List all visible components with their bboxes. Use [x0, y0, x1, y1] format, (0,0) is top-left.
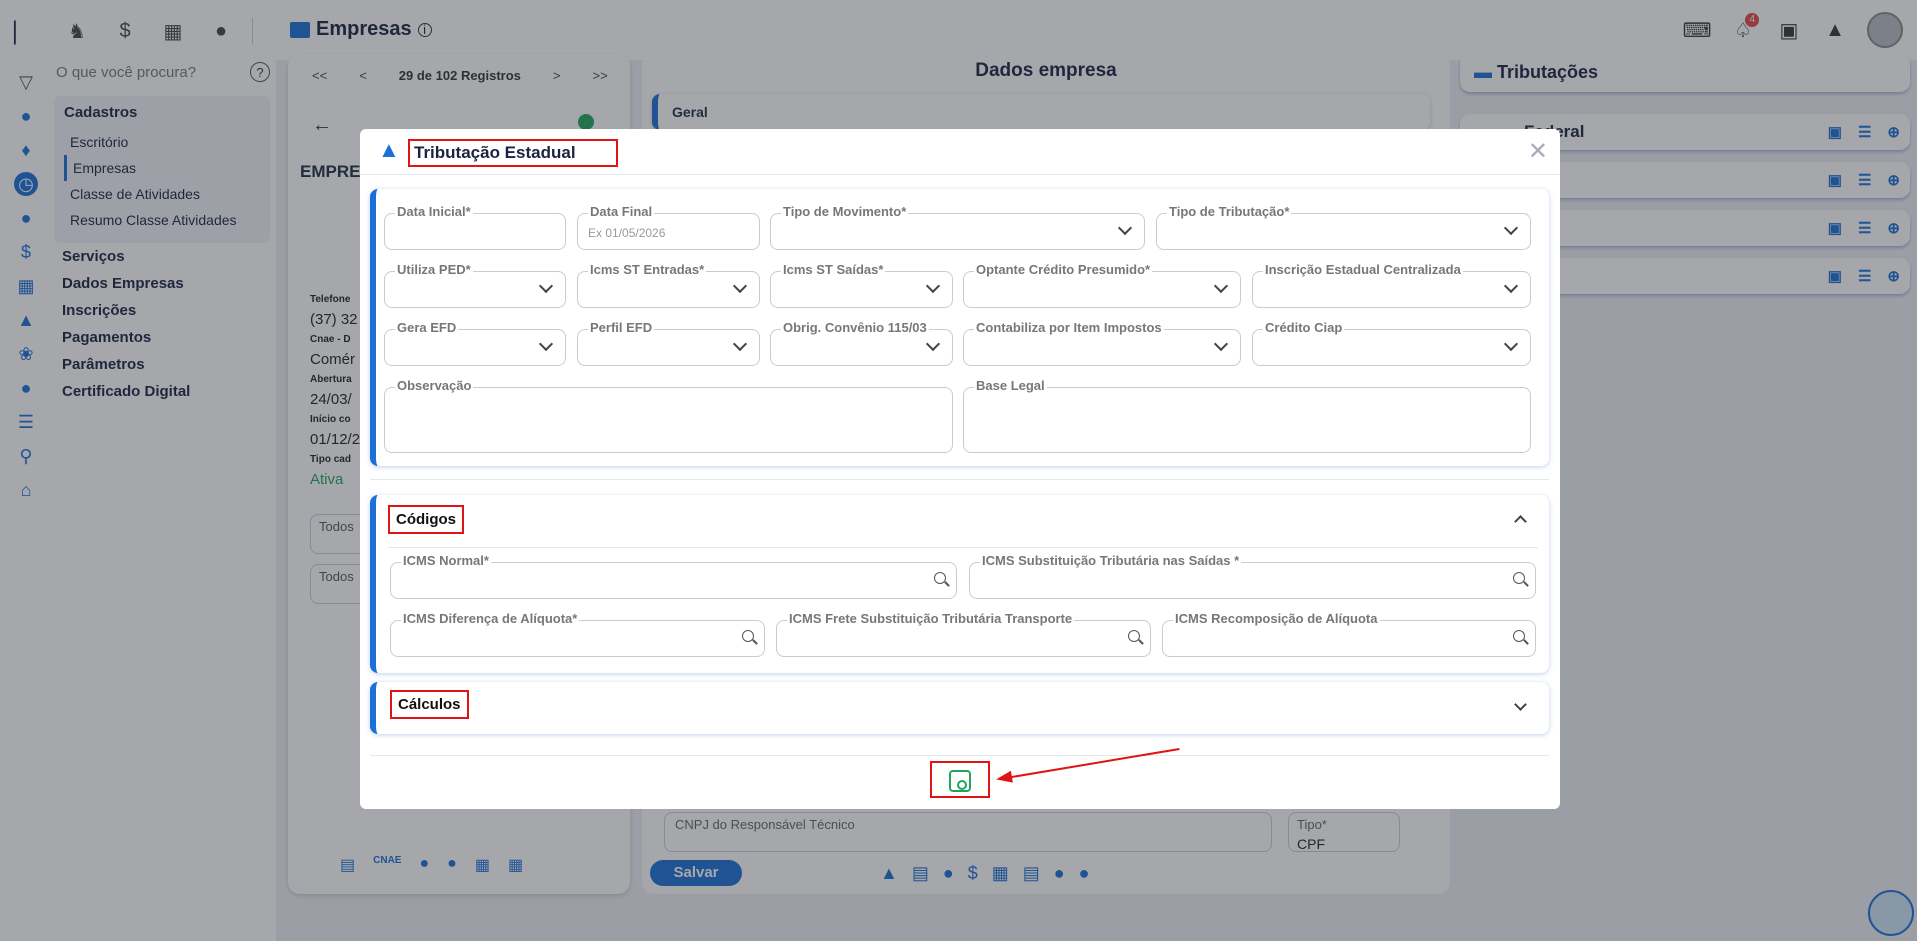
contabiliza-item-select[interactable]: Contabiliza por Item Impostos	[963, 320, 1241, 366]
data-inicial-field[interactable]: Data Inicial*	[384, 204, 566, 250]
base-legal-textarea[interactable]: Base Legal	[963, 378, 1531, 453]
credito-ciap-label: Crédito Ciap	[1263, 320, 1345, 335]
search-icon[interactable]	[934, 572, 946, 584]
chevron-down-icon	[1503, 278, 1519, 294]
data-final-field[interactable]: Data Final Ex 01/05/2026	[577, 204, 760, 250]
base-legal-label: Base Legal	[974, 378, 1047, 393]
tipo-movimento-select[interactable]: Tipo de Movimento*	[770, 204, 1145, 250]
icms-normal-label: ICMS Normal*	[401, 553, 491, 568]
perfil-efd-select[interactable]: Perfil EFD	[577, 320, 760, 366]
icms-frete-label: ICMS Frete Substituição Tributária Trans…	[787, 611, 1075, 626]
utiliza-ped-select[interactable]: Utiliza PED*	[384, 262, 566, 308]
icms-st-saidas-select[interactable]: Icms ST Saídas*	[770, 262, 953, 308]
observacao-label: Observação	[395, 378, 474, 393]
chevron-up-icon[interactable]	[1514, 515, 1527, 528]
icms-st-entradas-select[interactable]: Icms ST Entradas*	[577, 262, 760, 308]
modal-title: Tributação Estadual	[408, 139, 618, 167]
tipo-tributacao-label: Tipo de Tributação*	[1167, 204, 1292, 219]
gera-efd-select[interactable]: Gera EFD	[384, 320, 566, 366]
data-inicial-label: Data Inicial*	[395, 204, 473, 219]
icms-recomposicao-label: ICMS Recomposição de Alíquota	[1173, 611, 1380, 626]
chevron-down-icon	[538, 336, 554, 352]
chevron-down-icon	[732, 278, 748, 294]
optante-credito-label: Optante Crédito Presumido*	[974, 262, 1153, 277]
icms-st-saidas-field[interactable]: ICMS Substituição Tributária nas Saídas …	[969, 553, 1536, 599]
obrig-convenio-label: Obrig. Convênio 115/03	[781, 320, 929, 335]
save-button[interactable]	[930, 761, 990, 798]
chevron-down-icon	[732, 336, 748, 352]
general-card: Data Inicial* Data Final Ex 01/05/2026 Ti…	[370, 189, 1549, 466]
inscricao-centralizada-select[interactable]: Inscrição Estadual Centralizada	[1252, 262, 1531, 308]
icms-st-saidas-label: Icms ST Saídas*	[781, 262, 886, 277]
chevron-down-icon	[538, 278, 554, 294]
search-icon[interactable]	[1128, 630, 1140, 642]
divider	[388, 547, 1538, 548]
icms-normal-field[interactable]: ICMS Normal*	[390, 553, 957, 599]
chevron-down-icon	[925, 278, 941, 294]
chevron-down-icon	[925, 336, 941, 352]
tipo-tributacao-select[interactable]: Tipo de Tributação*	[1156, 204, 1531, 250]
contabiliza-item-label: Contabiliza por Item Impostos	[974, 320, 1164, 335]
gera-efd-label: Gera EFD	[395, 320, 459, 335]
close-icon[interactable]: ✕	[1528, 137, 1548, 166]
codigos-header[interactable]: Códigos	[388, 505, 464, 534]
obrig-convenio-select[interactable]: Obrig. Convênio 115/03	[770, 320, 953, 366]
tipo-movimento-label: Tipo de Movimento*	[781, 204, 909, 219]
icms-diferenca-label: ICMS Diferença de Alíquota*	[401, 611, 580, 626]
codigos-card: Códigos ICMS Normal* ICMS Substituição T…	[370, 495, 1549, 673]
chevron-down-icon	[1213, 278, 1229, 294]
icms-frete-field[interactable]: ICMS Frete Substituição Tributária Trans…	[776, 611, 1151, 657]
credito-ciap-select[interactable]: Crédito Ciap	[1252, 320, 1531, 366]
chevron-down-icon	[1213, 336, 1229, 352]
calculos-header[interactable]: Cálculos	[390, 690, 469, 719]
utiliza-ped-label: Utiliza PED*	[395, 262, 473, 277]
icms-recomposicao-field[interactable]: ICMS Recomposição de Alíquota	[1162, 611, 1536, 657]
perfil-efd-label: Perfil EFD	[588, 320, 655, 335]
tributacao-estadual-modal: ▲ Tributação Estadual ✕ Data Inicial* Da…	[360, 129, 1560, 809]
data-final-label: Data Final	[588, 204, 655, 219]
chevron-down-icon	[1117, 220, 1133, 236]
search-icon[interactable]	[1513, 572, 1525, 584]
calculos-card: Cálculos	[370, 682, 1549, 734]
chevron-down-icon	[1503, 220, 1519, 236]
chevron-down-icon	[1503, 336, 1519, 352]
divider	[370, 479, 1549, 480]
save-icon	[949, 770, 971, 792]
icms-st-entradas-label: Icms ST Entradas*	[588, 262, 707, 277]
search-icon[interactable]	[1513, 630, 1525, 642]
modal-header: ▲ Tributação Estadual ✕	[360, 129, 1560, 175]
chevron-down-icon[interactable]	[1514, 698, 1527, 711]
inscricao-centralizada-label: Inscrição Estadual Centralizada	[1263, 262, 1463, 277]
optante-credito-select[interactable]: Optante Crédito Presumido*	[963, 262, 1241, 308]
divider	[370, 755, 1549, 756]
icms-st-saidas-code-label: ICMS Substituição Tributária nas Saídas …	[980, 553, 1242, 568]
observacao-textarea[interactable]: Observação	[384, 378, 953, 453]
icms-diferenca-field[interactable]: ICMS Diferença de Alíquota*	[390, 611, 765, 657]
search-icon[interactable]	[742, 630, 754, 642]
data-final-placeholder: Ex 01/05/2026	[588, 226, 666, 240]
bank-icon: ▲	[378, 137, 400, 162]
